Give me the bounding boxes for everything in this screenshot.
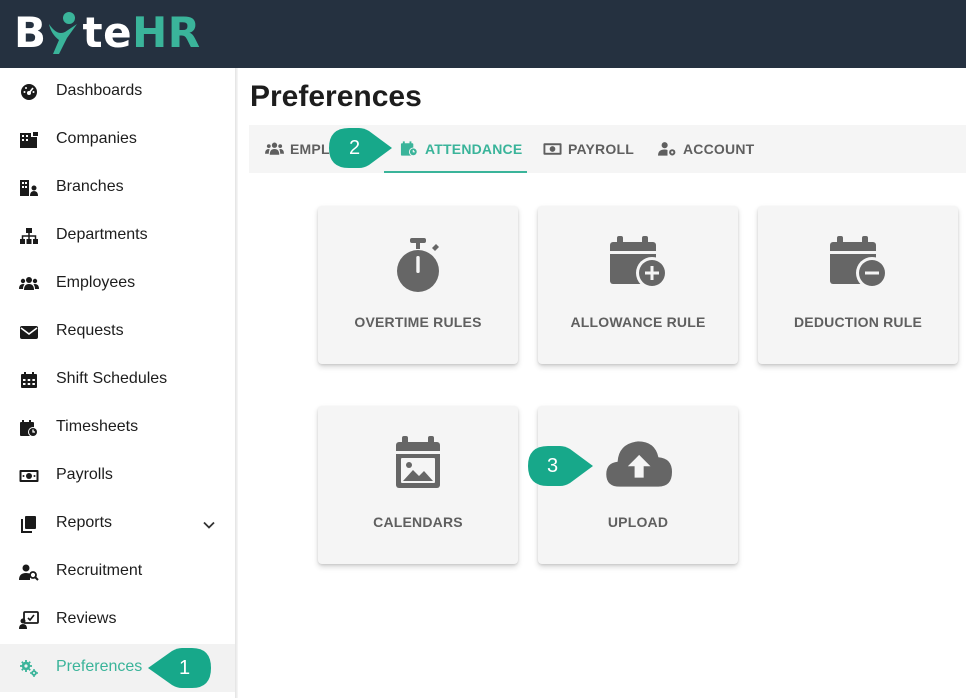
calendar-image-icon xyxy=(396,436,440,488)
sidebar-item-label: Shift Schedules xyxy=(56,370,168,387)
callout-marker-2 xyxy=(329,128,392,168)
page-title: Preferences xyxy=(250,80,422,113)
users-icon xyxy=(265,142,284,155)
building-icon xyxy=(20,132,38,148)
sidebar-divider xyxy=(235,68,238,698)
user-cog-icon xyxy=(658,142,676,156)
calendar-clock-icon xyxy=(400,141,418,157)
logo-letter-b: B xyxy=(14,7,47,57)
sidebar-item-employees[interactable]: Employees xyxy=(0,260,235,308)
sidebar: Dashboards Companies Branches Department… xyxy=(0,68,235,698)
sidebar-item-label: Timesheets xyxy=(56,418,139,435)
tab-label: ATTENDANCE xyxy=(425,141,523,157)
envelope-icon xyxy=(20,326,38,339)
card-label: OVERTIME RULES xyxy=(354,314,482,330)
sidebar-item-companies[interactable]: Companies xyxy=(0,116,235,164)
calendar-plus-icon xyxy=(610,236,668,289)
sidebar-item-shift-schedules[interactable]: Shift Schedules xyxy=(0,356,235,404)
cogs-icon xyxy=(20,660,38,677)
card-label: CALENDARS xyxy=(373,514,463,530)
app-logo[interactable]: B te HR xyxy=(14,6,201,58)
card-label: ALLOWANCE RULE xyxy=(570,314,706,330)
card-label: UPLOAD xyxy=(607,514,669,530)
user-search-icon xyxy=(19,564,39,581)
card-overtime-rules[interactable]: OVERTIME RULES xyxy=(318,206,518,364)
chevron-down-icon[interactable] xyxy=(202,518,216,532)
sidebar-item-recruitment[interactable]: Recruitment xyxy=(0,548,235,596)
copy-icon xyxy=(21,516,36,533)
sidebar-item-dashboards[interactable]: Dashboards xyxy=(0,68,235,116)
sidebar-item-timesheets[interactable]: Timesheets xyxy=(0,404,235,452)
tab-label: ACCOUNT xyxy=(683,141,755,157)
review-icon xyxy=(19,611,39,629)
calendar-clock-icon xyxy=(20,420,38,437)
money-bill-icon xyxy=(19,470,39,482)
sidebar-item-departments[interactable]: Departments xyxy=(0,212,235,260)
tab-account[interactable]: ACCOUNT xyxy=(658,125,754,173)
sidebar-item-label: Preferences xyxy=(56,658,143,675)
dashboard-gauge-icon xyxy=(21,84,37,100)
cloud-upload-icon xyxy=(606,441,672,487)
sidebar-item-branches[interactable]: Branches xyxy=(0,164,235,212)
app-header: B te HR xyxy=(0,0,966,68)
users-icon xyxy=(19,277,39,290)
sidebar-item-label: Departments xyxy=(56,226,148,243)
callout-marker-3 xyxy=(528,446,593,486)
sidebar-item-label: Reports xyxy=(56,514,113,531)
tab-attendance[interactable]: ATTENDANCE xyxy=(400,125,522,173)
sidebar-item-payrolls[interactable]: Payrolls xyxy=(0,452,235,500)
logo-text-hr: HR xyxy=(132,7,201,57)
tab-label: PAYROLL xyxy=(568,141,634,157)
logo-text-te: te xyxy=(82,7,133,57)
callout-number-2: 2 xyxy=(349,137,361,159)
card-allowance-rule[interactable]: ALLOWANCE RULE xyxy=(538,206,738,364)
logo-figure-icon xyxy=(47,8,83,56)
sitemap-icon xyxy=(20,228,38,244)
sidebar-item-reports[interactable]: Reports xyxy=(0,500,235,548)
city-icon xyxy=(20,180,38,196)
card-deduction-rule[interactable]: DEDUCTION RULE xyxy=(758,206,958,364)
sidebar-item-label: Dashboards xyxy=(56,82,143,99)
stopwatch-icon xyxy=(397,238,439,292)
sidebar-item-reviews[interactable]: Reviews xyxy=(0,596,235,644)
callout-number-3: 3 xyxy=(547,455,559,477)
sidebar-item-label: Employees xyxy=(56,274,136,291)
calendar-minus-icon xyxy=(830,236,888,289)
calendar-icon xyxy=(21,372,37,388)
callout-number-1: 1 xyxy=(179,657,191,679)
sidebar-item-label: Reviews xyxy=(56,610,117,627)
tab-payroll[interactable]: PAYROLL xyxy=(543,125,634,173)
sidebar-item-label: Companies xyxy=(56,130,137,147)
money-bill-icon xyxy=(543,143,562,155)
sidebar-item-requests[interactable]: Requests xyxy=(0,308,235,356)
sidebar-item-label: Requests xyxy=(56,322,124,339)
sidebar-item-label: Recruitment xyxy=(56,562,143,579)
sidebar-item-label: Branches xyxy=(56,178,124,195)
active-tab-indicator xyxy=(384,171,527,173)
sidebar-item-label: Payrolls xyxy=(56,466,113,483)
card-label: DEDUCTION RULE xyxy=(793,314,923,330)
card-calendars[interactable]: CALENDARS xyxy=(318,406,518,564)
